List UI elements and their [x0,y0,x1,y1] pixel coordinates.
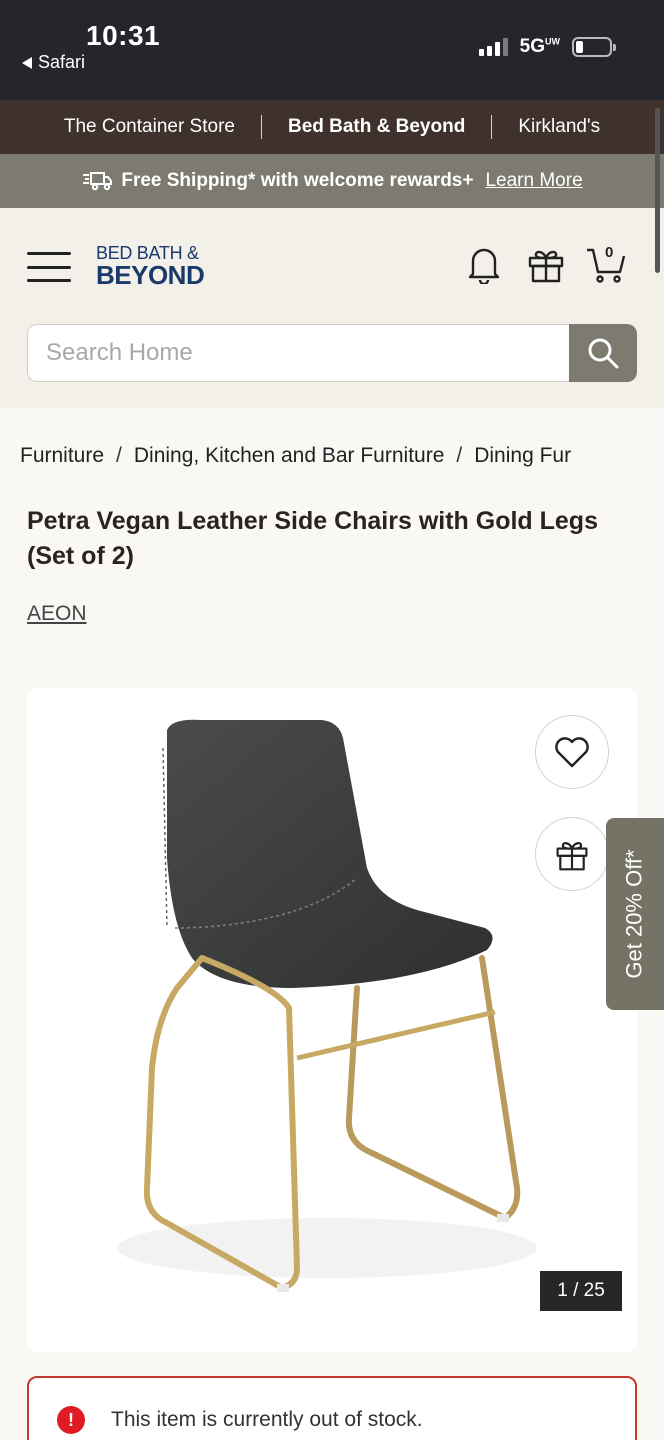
search-button[interactable] [569,324,637,382]
status-time: 10:31 [86,20,161,51]
brand-switcher: The Container Store Bed Bath & Beyond Ki… [0,100,664,154]
image-counter: 1 / 25 [540,1271,622,1311]
product-image [117,719,537,1292]
product-image-gallery[interactable]: 1 / 25 [27,688,637,1352]
breadcrumb: Furniture / Dining, Kitchen and Bar Furnit… [20,444,572,467]
back-label: Safari [38,52,86,72]
brand-link-container-store[interactable]: The Container Store [38,116,261,138]
promo-tab-label: Get 20% Off* [622,849,647,979]
brand-link-kirklands[interactable]: Kirkland's [492,116,626,138]
search-icon [588,338,619,369]
scrollbar[interactable] [655,108,660,273]
shipping-promo-text: Free Shipping* with welcome rewards+ [121,170,474,191]
breadcrumb-item[interactable]: Dining Fur [474,444,571,467]
promo-side-tab[interactable]: Get 20% Off* [606,818,664,1010]
cart-icon[interactable]: 0 [584,240,628,288]
add-to-registry-button[interactable] [535,817,609,891]
back-to-safari[interactable]: Safari [22,52,85,73]
battery-icon [572,37,616,57]
product-title: Petra Vegan Leather Side Chairs with Gol… [27,507,598,570]
shipping-promo-bar: Free Shipping* with welcome rewards+ Lea… [0,154,664,208]
out-of-stock-alert: ! This item is currently out of stock. [27,1376,637,1440]
heart-icon [555,737,589,768]
site-header: BED BATH & BEYOND 0 [0,208,664,408]
alert-icon: ! [57,1406,85,1434]
wishlist-button[interactable] [535,715,609,789]
alert-text: This item is currently out of stock. [111,1408,423,1431]
status-bar: 10:31 Safari 5GUW [0,0,664,100]
back-arrow-icon [22,56,32,69]
learn-more-link[interactable]: Learn More [485,170,582,192]
breadcrumb-item[interactable]: Furniture [20,444,104,467]
logo-line2: BEYOND [96,260,205,290]
gift-icon[interactable] [524,240,568,288]
brand-link-bed-bath-beyond[interactable]: Bed Bath & Beyond [262,116,491,138]
search-bar [27,324,637,382]
bell-icon[interactable] [462,240,506,288]
gift-icon [556,842,588,871]
network-label: 5GUW [519,36,560,57]
breadcrumb-item[interactable]: Dining, Kitchen and Bar Furniture [134,444,445,467]
signal-icon [478,38,508,56]
site-logo[interactable]: BED BATH & BEYOND [96,244,205,290]
search-input[interactable] [27,324,569,382]
menu-icon[interactable] [27,252,71,282]
cart-count: 0 [605,244,614,261]
vendor-link[interactable]: AEON [27,602,87,626]
fast-shipping-icon [81,169,113,193]
status-indicators: 5GUW [478,36,616,58]
